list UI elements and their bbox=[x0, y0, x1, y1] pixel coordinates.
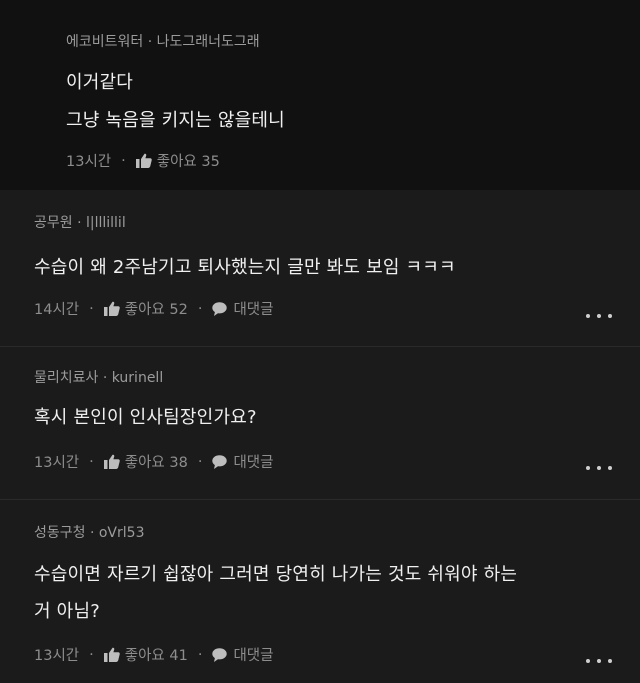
speech-bubble-icon[interactable] bbox=[212, 647, 228, 662]
comment-text-line-1: 수습이면 자르기 쉽잖아 그러면 당연히 나가는 것도 쉬워야 하는 bbox=[34, 564, 518, 585]
like-count[interactable]: 좋아요 41 bbox=[125, 644, 188, 665]
comment-item: 물리치료사 · kurinell 혹시 본인이 인사팀장인가요? 13시간 · … bbox=[0, 347, 640, 499]
comment-author[interactable]: 성동구청 · oVrl53 bbox=[34, 522, 144, 542]
separator: · bbox=[197, 453, 203, 470]
comment-meta: 13시간 · 좋아요 41 · 대댓글 bbox=[34, 644, 273, 665]
thumbs-up-icon[interactable] bbox=[103, 301, 120, 316]
more-dots-icon[interactable] bbox=[586, 464, 612, 472]
comment-time: 13시간 bbox=[34, 455, 80, 471]
reply-meta: 13시간 · 좋아요 35 bbox=[66, 150, 220, 171]
reply-author[interactable]: 에코비트워터 · 나도그래너도그래 bbox=[66, 31, 260, 51]
reply-button[interactable]: 대댓글 bbox=[233, 451, 273, 472]
comment-author[interactable]: 물리치료사 · kurinell bbox=[34, 367, 163, 387]
comment-item: 성동구청 · oVrl53 수습이면 자르기 쉽잖아 그러면 당연히 나가는 것… bbox=[0, 500, 640, 683]
comment-text-line-2: 거 아님? bbox=[34, 601, 100, 622]
comment-text-line-1: 혹시 본인이 인사팀장인가요? bbox=[34, 407, 257, 428]
reply-button[interactable]: 대댓글 bbox=[233, 298, 273, 319]
reply-text-line-1: 이거같다 bbox=[66, 72, 134, 93]
speech-bubble-icon[interactable] bbox=[212, 301, 228, 316]
separator: · bbox=[121, 152, 126, 169]
separator: · bbox=[89, 453, 94, 470]
comment-author[interactable]: 공무원 · l|lllillil bbox=[34, 212, 126, 232]
thumbs-up-icon[interactable] bbox=[135, 153, 152, 168]
separator: · bbox=[89, 300, 94, 317]
separator: · bbox=[197, 646, 203, 663]
reply-button[interactable]: 대댓글 bbox=[233, 644, 273, 665]
reply-time: 13시간 bbox=[66, 154, 112, 170]
like-count[interactable]: 좋아요 52 bbox=[125, 298, 188, 319]
comment-time: 14시간 bbox=[34, 302, 80, 318]
reply-text-line-2: 그냥 녹음을 키지는 않을테니 bbox=[66, 110, 285, 131]
like-count[interactable]: 좋아요 38 bbox=[125, 451, 188, 472]
speech-bubble-icon[interactable] bbox=[212, 454, 228, 469]
comment-meta: 14시간 · 좋아요 52 · 대댓글 bbox=[34, 298, 273, 319]
comment-text-line-1: 수습이 왜 2주남기고 퇴사했는지 글만 봐도 보임 ㅋㅋㅋ bbox=[34, 257, 456, 278]
comment-item: 공무원 · l|lllillil 수습이 왜 2주남기고 퇴사했는지 글만 봐도… bbox=[0, 190, 640, 346]
more-dots-icon[interactable] bbox=[586, 312, 612, 320]
more-dots-icon[interactable] bbox=[586, 657, 612, 665]
thumbs-up-icon[interactable] bbox=[103, 454, 120, 469]
thumbs-up-icon[interactable] bbox=[103, 647, 120, 662]
comment-meta: 13시간 · 좋아요 38 · 대댓글 bbox=[34, 451, 273, 472]
separator: · bbox=[89, 646, 94, 663]
reply-like-count[interactable]: 좋아요 35 bbox=[157, 150, 220, 171]
comment-time: 13시간 bbox=[34, 648, 80, 664]
separator: · bbox=[197, 300, 203, 317]
reply-comment: 에코비트워터 · 나도그래너도그래 이거같다 그냥 녹음을 키지는 않을테니 1… bbox=[0, 0, 640, 190]
